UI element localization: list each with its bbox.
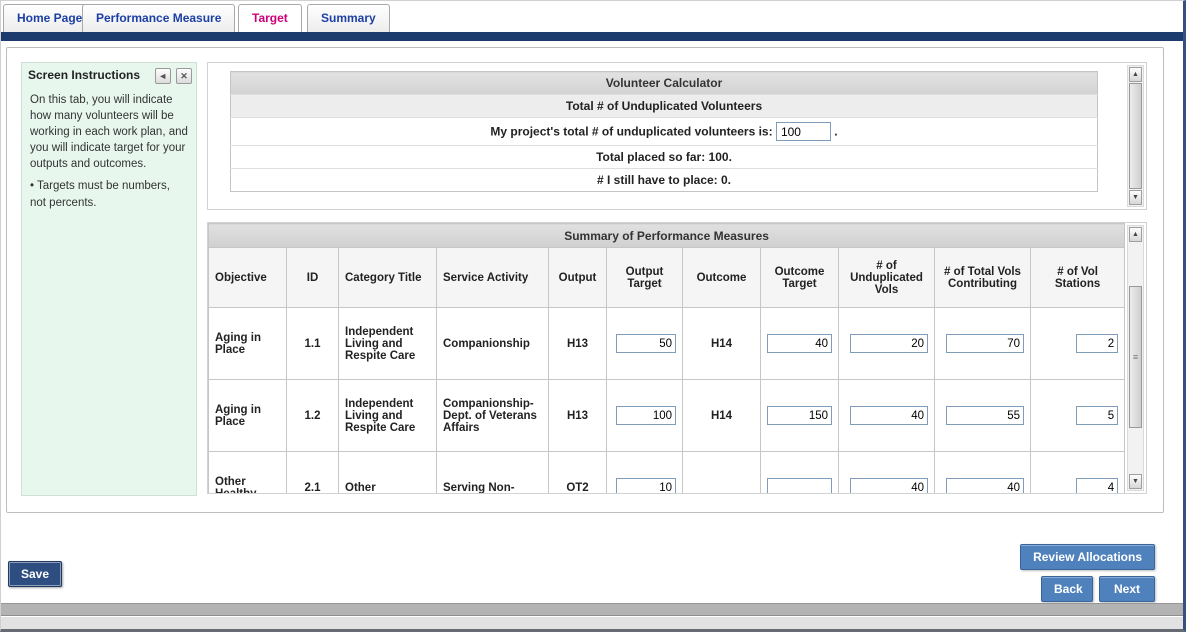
output-target-input[interactable]: [616, 334, 676, 353]
col-header-service-activity: Service Activity: [437, 248, 549, 308]
calculator-input-label: My project's total # of unduplicated vol…: [490, 125, 772, 139]
calculator-scrollbar[interactable]: ▲ ▼: [1127, 65, 1144, 207]
summary-table-title: Summary of Performance Measures: [209, 224, 1125, 248]
col-header-unduplicated-vols: # of Unduplicated Vols: [839, 248, 935, 308]
unduplicated-volunteers-input[interactable]: [776, 122, 831, 141]
status-bar: [1, 603, 1183, 616]
activity-cell: Companionship-Dept. of Veterans Affairs: [437, 380, 549, 452]
total-vols-input[interactable]: [946, 334, 1024, 353]
col-header-id: ID: [287, 248, 339, 308]
table-row: Other Healthy 2.1 Other Serving Non- OT2: [209, 452, 1125, 495]
outcome-cell: [683, 452, 761, 495]
outcome-cell: H14: [683, 308, 761, 380]
calculator-input-row: My project's total # of unduplicated vol…: [231, 118, 1098, 146]
col-header-output-target: Output Target: [607, 248, 683, 308]
id-cell: 1.1: [287, 308, 339, 380]
vol-stations-input[interactable]: [1076, 478, 1118, 494]
unduplicated-vols-input[interactable]: [850, 478, 928, 494]
id-cell: 2.1: [287, 452, 339, 495]
col-header-vol-stations: # of Vol Stations: [1031, 248, 1125, 308]
total-placed-text: Total placed so far: 100.: [231, 146, 1098, 169]
col-header-objective: Objective: [209, 248, 287, 308]
scroll-down-icon[interactable]: ▼: [1129, 474, 1142, 489]
screen-instructions-panel: ◄ ✕ Screen Instructions On this tab, you…: [21, 62, 197, 496]
instructions-text-2: • Targets must be numbers, not percents.: [22, 172, 196, 210]
volunteer-calculator-panel: Volunteer Calculator Total # of Unduplic…: [207, 62, 1147, 210]
objective-cell: Aging in Place: [209, 308, 287, 380]
objective-cell: Aging in Place: [209, 380, 287, 452]
summary-panel: Summary of Performance Measures Objectiv…: [207, 222, 1147, 494]
outcome-target-input[interactable]: [767, 406, 832, 425]
tab-bar: Home Page Performance Measure Target Sum…: [1, 1, 1183, 32]
col-header-outcome: Outcome: [683, 248, 761, 308]
scroll-up-icon[interactable]: ▲: [1129, 67, 1142, 82]
vol-stations-input[interactable]: [1076, 334, 1118, 353]
col-header-output: Output: [549, 248, 607, 308]
performance-measures-table: Summary of Performance Measures Objectiv…: [208, 223, 1125, 494]
instructions-title: Screen Instructions: [28, 68, 140, 82]
instructions-text-1: On this tab, you will indicate how many …: [22, 86, 196, 172]
main-content: ◄ ✕ Screen Instructions On this tab, you…: [6, 47, 1164, 513]
collapse-arrow-icon[interactable]: ◄: [155, 68, 171, 84]
volunteer-calculator-table: Volunteer Calculator Total # of Unduplic…: [230, 71, 1098, 192]
bottom-strip: [1, 617, 1183, 630]
unduplicated-vols-input[interactable]: [850, 334, 928, 353]
category-cell: Independent Living and Respite Care: [339, 308, 437, 380]
id-cell: 1.2: [287, 380, 339, 452]
save-button[interactable]: Save: [8, 561, 62, 587]
scroll-down-icon[interactable]: ▼: [1129, 190, 1142, 205]
calculator-subtitle: Total # of Unduplicated Volunteers: [231, 95, 1098, 118]
scrollbar-thumb[interactable]: ≡: [1129, 286, 1142, 428]
category-cell: Other: [339, 452, 437, 495]
activity-cell: Serving Non-: [437, 452, 549, 495]
still-to-place-text: # I still have to place: 0.: [231, 169, 1098, 192]
output-cell: H13: [549, 308, 607, 380]
output-target-input[interactable]: [616, 478, 676, 494]
col-header-total-vols-contributing: # of Total Vols Contributing: [935, 248, 1031, 308]
tab-target[interactable]: Target: [238, 4, 302, 32]
table-row: Aging in Place 1.2 Independent Living an…: [209, 380, 1125, 452]
calculator-input-suffix: .: [834, 125, 837, 139]
review-allocations-button[interactable]: Review Allocations: [1020, 544, 1155, 570]
next-button[interactable]: Next: [1099, 576, 1155, 602]
close-icon[interactable]: ✕: [176, 68, 192, 84]
total-vols-input[interactable]: [946, 406, 1024, 425]
calculator-title: Volunteer Calculator: [231, 72, 1098, 95]
category-cell: Independent Living and Respite Care: [339, 380, 437, 452]
tab-summary[interactable]: Summary: [307, 4, 390, 32]
summary-scrollbar[interactable]: ▲ ≡ ▼: [1127, 225, 1144, 491]
objective-cell: Other Healthy: [209, 452, 287, 495]
outcome-target-input[interactable]: [767, 478, 832, 494]
scrollbar-thumb[interactable]: [1129, 83, 1142, 189]
activity-cell: Companionship: [437, 308, 549, 380]
table-row: Aging in Place 1.1 Independent Living an…: [209, 308, 1125, 380]
tab-performance-measure[interactable]: Performance Measure: [82, 4, 235, 32]
back-button[interactable]: Back: [1041, 576, 1093, 602]
col-header-outcome-target: Outcome Target: [761, 248, 839, 308]
outcome-cell: H14: [683, 380, 761, 452]
col-header-category-title: Category Title: [339, 248, 437, 308]
scroll-up-icon[interactable]: ▲: [1129, 227, 1142, 242]
output-cell: H13: [549, 380, 607, 452]
nav-bar: [1, 32, 1183, 41]
output-cell: OT2: [549, 452, 607, 495]
outcome-target-input[interactable]: [767, 334, 832, 353]
app-window: Home Page Performance Measure Target Sum…: [0, 0, 1186, 632]
output-target-input[interactable]: [616, 406, 676, 425]
vol-stations-input[interactable]: [1076, 406, 1118, 425]
unduplicated-vols-input[interactable]: [850, 406, 928, 425]
total-vols-input[interactable]: [946, 478, 1024, 494]
